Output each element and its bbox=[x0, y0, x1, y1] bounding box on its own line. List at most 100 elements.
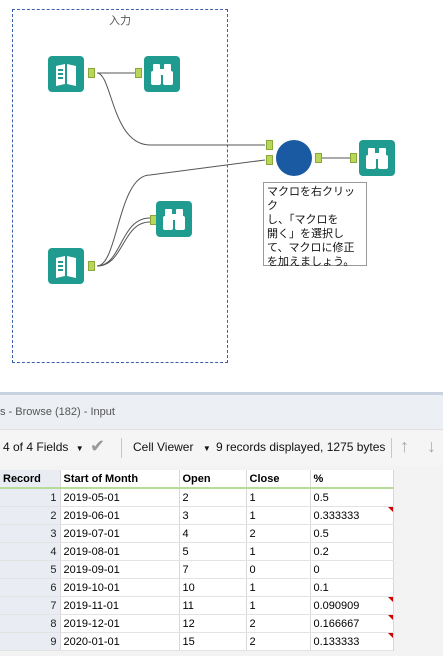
record-cell-text: 4 bbox=[50, 545, 57, 558]
input-data-tool-1[interactable] bbox=[48, 56, 84, 92]
macro-input-anchor-2[interactable] bbox=[266, 155, 273, 165]
column-header-close[interactable]: Close bbox=[246, 470, 311, 489]
open-cell-text: 4 bbox=[182, 527, 189, 540]
checkmark-icon[interactable]: ✔ bbox=[90, 436, 105, 457]
percent-cell[interactable]: 0.166667 bbox=[310, 614, 394, 633]
open-cell[interactable]: 15 bbox=[179, 632, 247, 651]
close-cell[interactable]: 1 bbox=[246, 488, 311, 507]
percent-cell[interactable]: 0.5 bbox=[310, 488, 394, 507]
percent-cell[interactable]: 0.333333 bbox=[310, 506, 394, 525]
open-cell[interactable]: 3 bbox=[179, 506, 247, 525]
open-cell[interactable]: 4 bbox=[179, 524, 247, 543]
arrow-down-icon[interactable]: ↓ bbox=[427, 436, 436, 457]
open-cell[interactable]: 11 bbox=[179, 596, 247, 615]
browse-tool-3[interactable] bbox=[359, 140, 395, 176]
results-window: s - Browse (182) - Input 4 of 4 Fields ▼… bbox=[0, 395, 443, 656]
month-cell[interactable]: 2019-12-01 bbox=[60, 614, 180, 633]
table-row[interactable]: 9 2020-01-01 15 2 0.133333 bbox=[0, 632, 394, 651]
record-cell[interactable]: 5 bbox=[0, 560, 61, 579]
record-cell[interactable]: 7 bbox=[0, 596, 61, 615]
percent-cell[interactable]: 0.1 bbox=[310, 578, 394, 597]
open-cell-text: 11 bbox=[182, 599, 194, 612]
open-cell-text: 15 bbox=[182, 635, 195, 648]
table-body: 1 2019-05-01 2 1 0.5 2 2019-06-01 3 1 0.333333 3 20… bbox=[0, 488, 394, 651]
close-cell[interactable]: 1 bbox=[246, 596, 311, 615]
close-cell[interactable]: 1 bbox=[246, 578, 311, 597]
percent-cell[interactable]: 0.5 bbox=[310, 524, 394, 543]
browse-tool-1[interactable] bbox=[144, 56, 180, 92]
comment-note[interactable]: マクロを右クリック し、「マクロを 開く」を選択し て、マクロに修正 を加えまし… bbox=[263, 182, 367, 268]
month-cell[interactable]: 2019-06-01 bbox=[60, 506, 180, 525]
workflow-canvas[interactable]: 入力 マクロを右クリック し、「マクロを 開く」を選択し て、マクロに修正 を加… bbox=[0, 0, 443, 392]
cell-viewer-label: Cell Viewer bbox=[133, 440, 194, 454]
month-cell[interactable]: 2019-05-01 bbox=[60, 488, 180, 507]
arrow-up-icon[interactable]: ↑ bbox=[400, 436, 409, 457]
input-data-tool-2[interactable] bbox=[48, 248, 84, 284]
month-cell[interactable]: 2020-01-01 bbox=[60, 632, 180, 651]
browse-tool-2[interactable] bbox=[156, 201, 192, 237]
record-cell[interactable]: 9 bbox=[0, 632, 61, 651]
table-row[interactable]: 4 2019-08-01 5 1 0.2 bbox=[0, 542, 394, 561]
record-cell-text: 1 bbox=[50, 491, 57, 504]
table-row[interactable]: 3 2019-07-01 4 2 0.5 bbox=[0, 524, 394, 543]
input-anchor[interactable] bbox=[135, 68, 142, 78]
open-cell[interactable]: 2 bbox=[179, 488, 247, 507]
output-anchor[interactable] bbox=[88, 261, 95, 271]
table-row[interactable]: 7 2019-11-01 11 1 0.090909 bbox=[0, 596, 394, 615]
macro-tool[interactable] bbox=[276, 140, 312, 176]
open-cell-text: 7 bbox=[182, 563, 189, 576]
column-header-start-of-month[interactable]: Start of Month bbox=[60, 470, 180, 489]
table-row[interactable]: 2 2019-06-01 3 1 0.333333 bbox=[0, 506, 394, 525]
open-cell[interactable]: 12 bbox=[179, 614, 247, 633]
table-row[interactable]: 6 2019-10-01 10 1 0.1 bbox=[0, 578, 394, 597]
input-anchor[interactable] bbox=[350, 153, 357, 163]
close-cell[interactable]: 1 bbox=[246, 506, 311, 525]
open-cell[interactable]: 7 bbox=[179, 560, 247, 579]
record-cell[interactable]: 6 bbox=[0, 578, 61, 597]
percent-cell[interactable]: 0.090909 bbox=[310, 596, 394, 615]
record-cell[interactable]: 3 bbox=[0, 524, 61, 543]
note-line: を加えましょう。 bbox=[267, 256, 355, 268]
month-cell-text: 2019-07-01 bbox=[63, 527, 120, 540]
percent-cell[interactable]: 0.2 bbox=[310, 542, 394, 561]
column-header-open[interactable]: Open bbox=[179, 470, 247, 489]
cell-viewer-dropdown[interactable]: Cell Viewer ▼ bbox=[133, 440, 211, 454]
fields-selector[interactable]: 4 of 4 Fields ▼ bbox=[3, 440, 84, 454]
macro-input-anchor-1[interactable] bbox=[266, 140, 273, 150]
column-header-percent[interactable]: % bbox=[310, 470, 394, 489]
book-icon bbox=[56, 64, 76, 86]
results-grid[interactable]: Record Start of Month Open Close % 1 2019… bbox=[0, 470, 443, 651]
close-cell-text: 1 bbox=[249, 599, 256, 612]
tool-container[interactable]: 入力 bbox=[12, 9, 228, 363]
percent-cell[interactable]: 0 bbox=[310, 560, 394, 579]
month-cell[interactable]: 2019-08-01 bbox=[60, 542, 180, 561]
record-cell-text: 3 bbox=[50, 527, 57, 540]
record-cell[interactable]: 1 bbox=[0, 488, 61, 507]
percent-cell-text: 0.166667 bbox=[313, 617, 360, 630]
open-cell[interactable]: 5 bbox=[179, 542, 247, 561]
percent-cell[interactable]: 0.133333 bbox=[310, 632, 394, 651]
macro-output-anchor[interactable] bbox=[315, 153, 322, 163]
output-anchor[interactable] bbox=[88, 68, 95, 78]
table-row[interactable]: 8 2019-12-01 12 2 0.166667 bbox=[0, 614, 394, 633]
record-cell[interactable]: 2 bbox=[0, 506, 61, 525]
record-cell[interactable]: 8 bbox=[0, 614, 61, 633]
percent-cell-text: 0.133333 bbox=[313, 635, 360, 648]
close-cell[interactable]: 0 bbox=[246, 560, 311, 579]
close-cell[interactable]: 1 bbox=[246, 542, 311, 561]
month-cell[interactable]: 2019-07-01 bbox=[60, 524, 180, 543]
close-cell[interactable]: 2 bbox=[246, 632, 311, 651]
month-cell[interactable]: 2019-11-01 bbox=[60, 596, 180, 615]
record-cell[interactable]: 4 bbox=[0, 542, 61, 561]
close-cell[interactable]: 2 bbox=[246, 614, 311, 633]
results-title: s - Browse (182) - Input bbox=[0, 395, 443, 429]
percent-cell-text: 0 bbox=[313, 563, 320, 576]
close-cell[interactable]: 2 bbox=[246, 524, 311, 543]
open-cell[interactable]: 10 bbox=[179, 578, 247, 597]
month-cell[interactable]: 2019-09-01 bbox=[60, 560, 180, 579]
month-cell[interactable]: 2019-10-01 bbox=[60, 578, 180, 597]
table-row[interactable]: 1 2019-05-01 2 1 0.5 bbox=[0, 488, 394, 507]
table-row[interactable]: 5 2019-09-01 7 0 0 bbox=[0, 560, 394, 579]
close-cell-text: 2 bbox=[249, 635, 256, 648]
column-header-record[interactable]: Record bbox=[0, 470, 61, 489]
